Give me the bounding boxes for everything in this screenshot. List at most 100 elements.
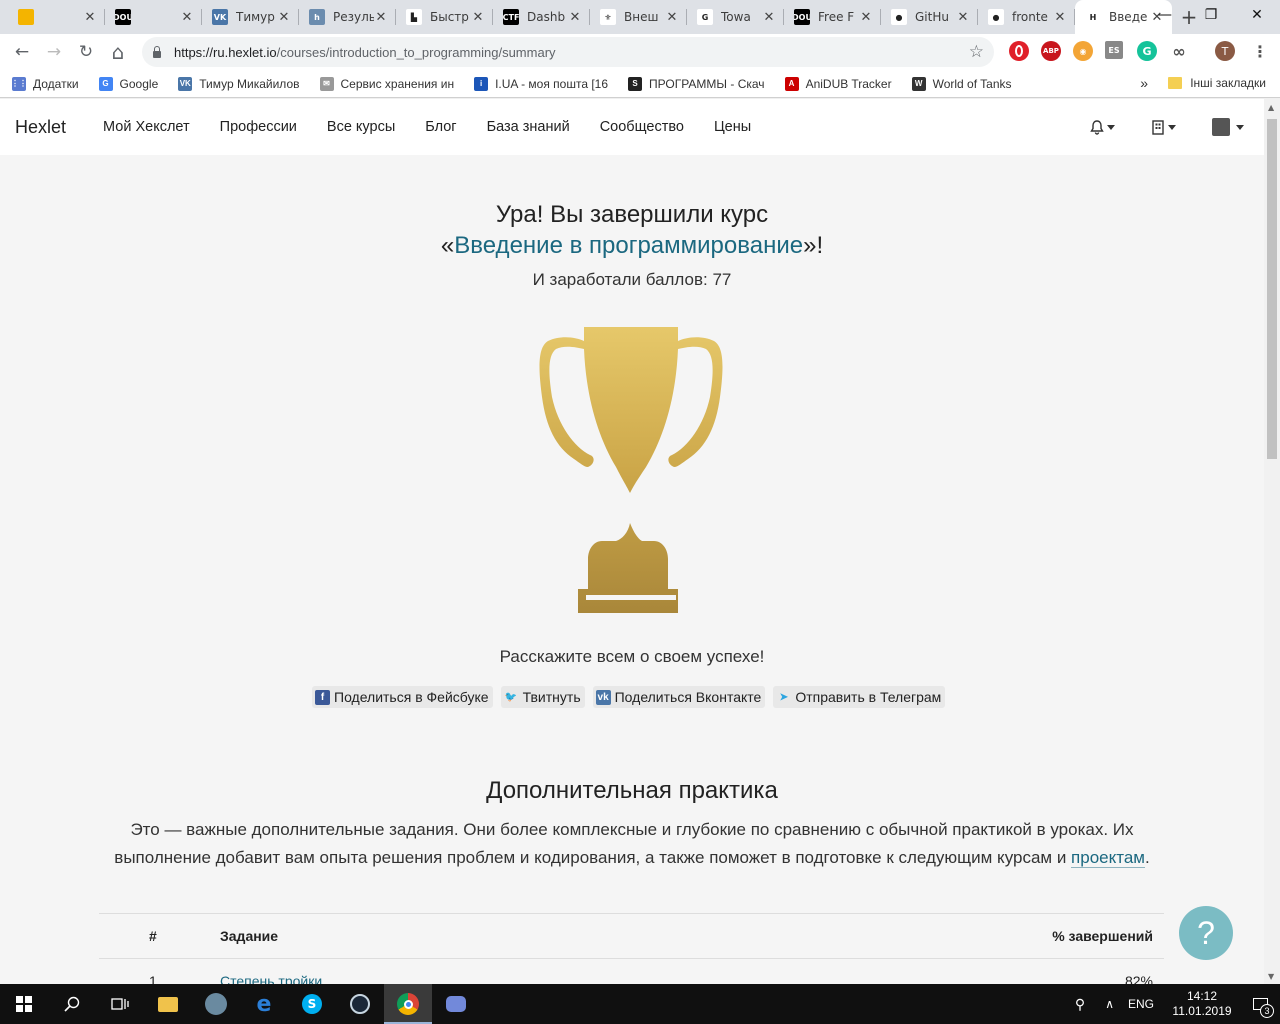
- notification-center[interactable]: 3: [1240, 998, 1280, 1018]
- browser-tab[interactable]: VK Тимур ✕: [202, 0, 299, 34]
- projects-link[interactable]: проектам: [1071, 848, 1145, 868]
- close-tab-icon[interactable]: ✕: [277, 10, 291, 25]
- share-button[interactable]: f Поделиться в Фейсбуке: [312, 686, 493, 708]
- scroll-up-icon[interactable]: ▲: [1268, 103, 1274, 112]
- start-button[interactable]: [0, 984, 48, 1024]
- bookmark-item[interactable]: ✉ Сервис хранения ин: [319, 76, 454, 91]
- forward-button[interactable]: →: [38, 36, 70, 68]
- close-tab-icon[interactable]: ✕: [665, 10, 679, 25]
- es-icon[interactable]: ES: [1105, 41, 1123, 59]
- search-button[interactable]: [48, 984, 96, 1024]
- browser-tab[interactable]: ● fronte ✕: [978, 0, 1075, 34]
- browser-tab[interactable]: G Towa ✕: [687, 0, 784, 34]
- chrome-icon: [397, 993, 419, 1015]
- mail-icon: ✉: [319, 76, 334, 91]
- anidub-icon: A: [784, 76, 799, 91]
- browser-tab[interactable]: ⚜ Внеш ✕: [590, 0, 687, 34]
- browser-tab[interactable]: DOU ✕: [105, 0, 202, 34]
- close-tab-icon[interactable]: ✕: [956, 10, 970, 25]
- row-number: 1: [149, 973, 157, 984]
- bookmark-item[interactable]: A AniDUB Tracker: [784, 76, 892, 91]
- bookmark-item[interactable]: G Google: [98, 76, 158, 91]
- bookmark-item[interactable]: W World of Tanks: [911, 76, 1012, 91]
- file-explorer-button[interactable]: [144, 984, 192, 1024]
- user-menu-dropdown[interactable]: [1212, 118, 1244, 136]
- discord-button[interactable]: [432, 984, 480, 1024]
- col-number: #: [149, 928, 157, 944]
- other-bookmarks[interactable]: Інші закладки: [1168, 76, 1266, 90]
- task-view-button[interactable]: [96, 984, 144, 1024]
- site-nav-link[interactable]: Цены: [714, 119, 751, 135]
- clock[interactable]: 14:12 11.01.2019: [1164, 989, 1240, 1019]
- back-button[interactable]: ←: [6, 36, 38, 68]
- bookmark-label: Додатки: [33, 76, 79, 91]
- hexlet-logo[interactable]: Hexlet: [15, 117, 66, 138]
- close-tab-icon[interactable]: ✕: [1053, 10, 1067, 25]
- share-button[interactable]: 🐦 Твитнуть: [500, 686, 585, 708]
- address-bar[interactable]: https://ru.hexlet.io/courses/introductio…: [142, 37, 994, 67]
- language-indicator[interactable]: ENG: [1128, 997, 1154, 1011]
- bookmark-item[interactable]: i I.UA - моя пошта [16: [474, 76, 608, 91]
- adblock-icon[interactable]: ABP: [1041, 41, 1061, 61]
- profile-avatar[interactable]: T: [1215, 41, 1235, 61]
- edge-button[interactable]: e: [240, 984, 288, 1024]
- site-nav-link[interactable]: Все курсы: [327, 119, 395, 135]
- tray-overflow-icon[interactable]: ∧: [1105, 997, 1114, 1011]
- browser-tab[interactable]: h Резуль ✕: [299, 0, 396, 34]
- bookmark-item[interactable]: VK Тимур Микайилов: [178, 76, 300, 91]
- browser-tab[interactable]: DOU Free F ✕: [784, 0, 881, 34]
- close-tab-icon[interactable]: ✕: [762, 10, 776, 25]
- page-scrollbar[interactable]: ▲ ▼: [1264, 99, 1280, 984]
- browser-tab[interactable]: ● GitHu ✕: [881, 0, 978, 34]
- tab-favicon-icon: ⚜: [600, 9, 616, 25]
- share-buttons: f Поделиться в Фейсбуке 🐦 Твитнуть vk Поделит…: [312, 686, 953, 708]
- close-tab-icon[interactable]: ✕: [471, 10, 485, 25]
- infinity-icon[interactable]: ∞: [1169, 41, 1189, 61]
- chrome-button[interactable]: [384, 984, 432, 1024]
- site-nav-link[interactable]: Мой Хекслет: [103, 119, 190, 135]
- practice-desc-end: .: [1144, 848, 1150, 867]
- owl-icon[interactable]: ◉: [1073, 41, 1093, 61]
- share-button[interactable]: vk Поделиться Вконтакте: [592, 686, 766, 708]
- people-icon[interactable]: ⚲: [1075, 996, 1085, 1013]
- bookmark-item[interactable]: S ПРОГРАММЫ - Скач: [628, 76, 765, 91]
- task-link[interactable]: Степень тройки: [220, 973, 322, 984]
- steam-button[interactable]: [336, 984, 384, 1024]
- close-tab-icon[interactable]: ✕: [859, 10, 873, 25]
- skype-button[interactable]: S: [288, 984, 336, 1024]
- bookmark-star-icon[interactable]: ☆: [969, 42, 984, 62]
- scroll-down-icon[interactable]: ▼: [1268, 972, 1274, 981]
- site-nav-link[interactable]: Профессии: [220, 119, 297, 135]
- maximize-button[interactable]: ❐: [1188, 0, 1234, 30]
- bookmarks-overflow-button[interactable]: »: [1140, 75, 1148, 91]
- share-button[interactable]: ➤ Отправить в Телеграм: [773, 686, 946, 708]
- browser-tab[interactable]: ▙ Быстр ✕: [396, 0, 493, 34]
- scrollbar-thumb[interactable]: [1267, 119, 1277, 459]
- grammarly-icon[interactable]: G: [1137, 41, 1157, 61]
- organization-dropdown[interactable]: [1151, 119, 1176, 135]
- close-tab-icon[interactable]: ✕: [83, 10, 97, 25]
- close-tab-icon[interactable]: ✕: [568, 10, 582, 25]
- home-button[interactable]: ⌂: [102, 36, 134, 68]
- bookmark-item[interactable]: ⋮⋮ Додатки: [11, 76, 79, 91]
- help-chat-button[interactable]: ?: [1179, 906, 1233, 960]
- close-tab-icon[interactable]: ✕: [180, 10, 194, 25]
- minimize-button[interactable]: —: [1142, 0, 1188, 30]
- reload-button[interactable]: ↻: [70, 36, 102, 68]
- close-window-button[interactable]: ✕: [1234, 0, 1280, 30]
- chrome-menu-icon[interactable]: ⋮: [1250, 41, 1270, 61]
- browser-tab[interactable]: ✕: [8, 0, 105, 34]
- app-button[interactable]: [192, 984, 240, 1024]
- tab-title: fronte: [1012, 10, 1048, 24]
- course-name-link[interactable]: Введение в программирование: [454, 232, 803, 259]
- site-nav-link[interactable]: Сообщество: [600, 119, 684, 135]
- notifications-dropdown[interactable]: [1090, 119, 1115, 135]
- close-tab-icon[interactable]: ✕: [374, 10, 388, 25]
- tab-favicon-icon: h: [309, 9, 325, 25]
- site-nav-link[interactable]: База знаний: [487, 119, 570, 135]
- site-nav-link[interactable]: Блог: [425, 119, 456, 135]
- opera-icon[interactable]: [1009, 41, 1029, 61]
- tab-favicon-icon: G: [697, 9, 713, 25]
- table-row[interactable]: 1 Степень тройки 82%: [99, 959, 1164, 984]
- browser-tab[interactable]: CTF Dashb ✕: [493, 0, 590, 34]
